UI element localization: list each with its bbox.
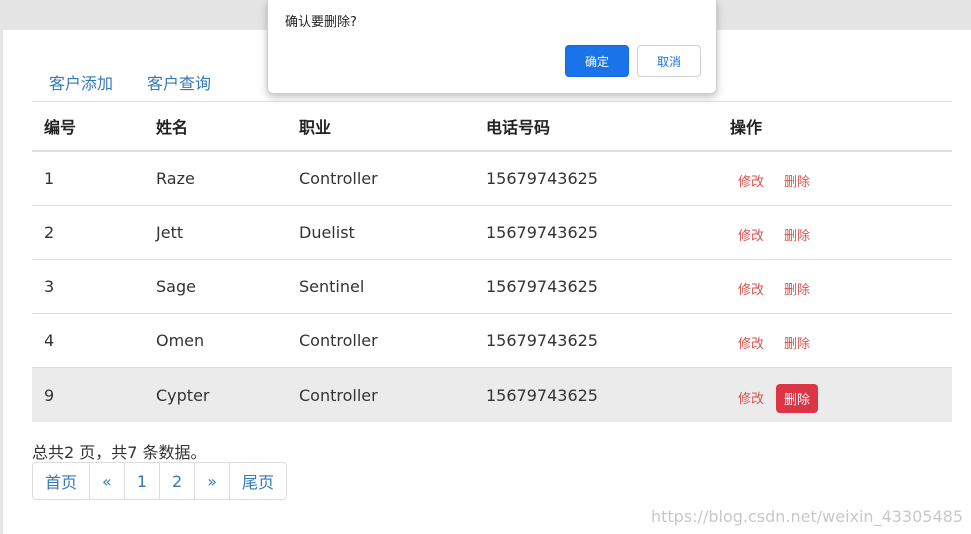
cell-name: Cypter — [156, 385, 210, 405]
cell-actions: 修改 删除 — [730, 314, 822, 367]
header-job: 职业 — [299, 118, 332, 137]
page-prev[interactable]: « — [90, 463, 125, 499]
watermark: https://blog.csdn.net/weixin_43305485 — [650, 507, 963, 526]
page-last[interactable]: 尾页 — [230, 463, 286, 499]
table-row: 2 Jett Duelist 15679743625 修改 删除 — [32, 206, 952, 260]
cell-actions: 修改 删除 — [730, 260, 822, 313]
delete-link[interactable]: 删除 — [776, 274, 818, 303]
table-row: 4 Omen Controller 15679743625 修改 删除 — [32, 314, 952, 368]
cell-actions: 修改 删除 — [730, 368, 822, 422]
delete-button-active[interactable]: 删除 — [776, 383, 819, 413]
confirm-dialog: 确认要删除? 确定 取消 — [267, 0, 717, 94]
confirm-ok-button[interactable]: 确定 — [565, 45, 629, 77]
cell-name: Jett — [156, 223, 184, 242]
edit-link[interactable]: 修改 — [730, 274, 772, 303]
cell-id: 9 — [44, 385, 55, 405]
table-header: 编号 姓名 职业 电话号码 操作 — [32, 101, 952, 152]
customer-table: 编号 姓名 职业 电话号码 操作 1 Raze Controller 15679… — [32, 101, 952, 422]
dialog-message: 确认要删除? — [285, 15, 357, 30]
page-2[interactable]: 2 — [160, 463, 196, 499]
cell-phone: 15679743625 — [486, 169, 598, 188]
content-panel: 客户添加 客户查询 编号 姓名 职业 电话号码 操作 1 Raze Contro… — [3, 30, 971, 534]
edit-link[interactable]: 修改 — [730, 328, 772, 357]
cell-phone: 15679743625 — [486, 277, 598, 296]
cell-name: Sage — [156, 277, 196, 296]
edit-link[interactable]: 修改 — [730, 383, 772, 412]
cell-phone: 15679743625 — [486, 223, 598, 242]
edit-link[interactable]: 修改 — [730, 166, 772, 195]
page-1[interactable]: 1 — [125, 463, 160, 499]
cell-name: Raze — [156, 169, 195, 188]
cell-name: Omen — [156, 331, 205, 350]
table-row: 3 Sage Sentinel 15679743625 修改 删除 — [32, 260, 952, 314]
header-phone: 电话号码 — [486, 118, 551, 137]
page-next[interactable]: » — [195, 463, 230, 499]
page-first[interactable]: 首页 — [33, 463, 91, 499]
header-name: 姓名 — [156, 118, 189, 137]
delete-link[interactable]: 删除 — [776, 166, 818, 195]
cell-job: Duelist — [299, 223, 355, 242]
cell-actions: 修改 删除 — [730, 206, 822, 259]
delete-link[interactable]: 删除 — [776, 220, 818, 249]
cell-id: 3 — [44, 277, 55, 296]
cell-job: Sentinel — [299, 277, 365, 296]
cell-phone: 15679743625 — [486, 385, 598, 405]
cell-job: Controller — [299, 331, 378, 350]
table-row-hovered: 9 Cypter Controller 15679743625 修改 删除 — [32, 368, 952, 422]
tab-add-customer[interactable]: 客户添加 — [49, 70, 113, 94]
header-id: 编号 — [44, 118, 77, 137]
cell-phone: 15679743625 — [486, 331, 598, 350]
cell-actions: 修改 删除 — [730, 152, 822, 205]
cell-job: Controller — [299, 169, 378, 188]
table-row: 1 Raze Controller 15679743625 修改 删除 — [32, 152, 952, 206]
tab-query-customer[interactable]: 客户查询 — [147, 70, 211, 94]
pagination: 首页 « 1 2 » 尾页 — [32, 462, 287, 500]
pagination-summary: 总共2 页，共7 条数据。 — [32, 443, 207, 462]
cell-job: Controller — [299, 385, 378, 405]
cell-id: 4 — [44, 331, 55, 350]
confirm-cancel-button[interactable]: 取消 — [637, 45, 701, 77]
cell-id: 1 — [44, 169, 55, 188]
header-actions: 操作 — [730, 118, 763, 137]
delete-link[interactable]: 删除 — [776, 328, 818, 357]
edit-link[interactable]: 修改 — [730, 220, 772, 249]
cell-id: 2 — [44, 223, 55, 242]
